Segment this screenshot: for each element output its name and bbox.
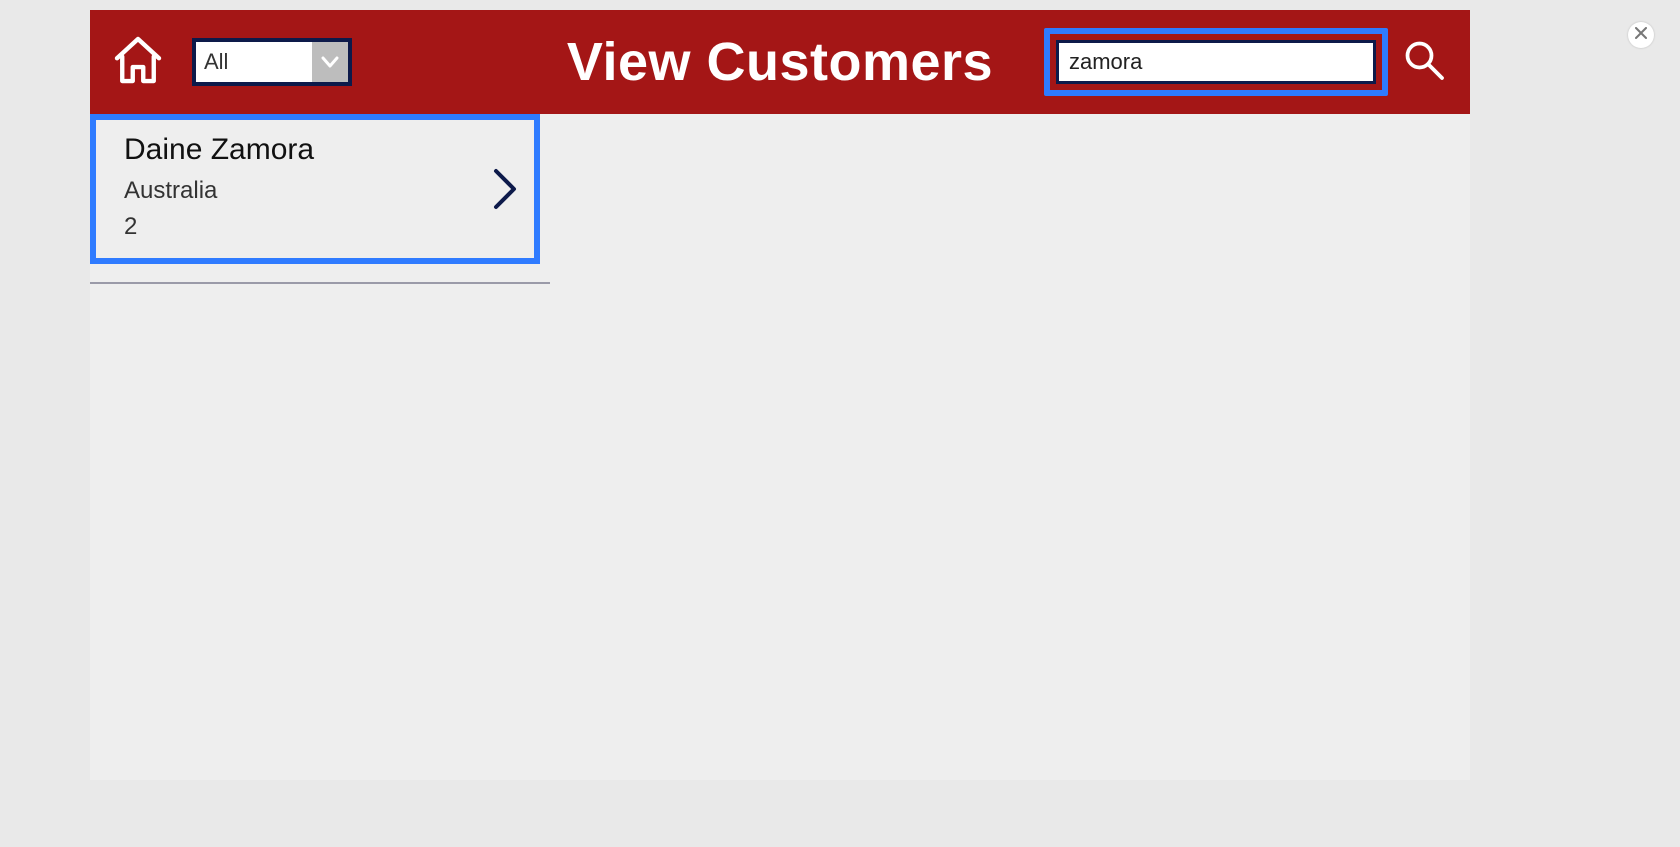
search-button[interactable] xyxy=(1396,34,1452,90)
content-area: Daine Zamora Australia 2 xyxy=(90,114,1470,780)
customer-result-card[interactable]: Daine Zamora Australia 2 xyxy=(90,114,540,264)
filter-select-label: All xyxy=(196,42,312,82)
home-button[interactable] xyxy=(108,32,168,92)
close-icon xyxy=(1635,26,1647,44)
search-highlight xyxy=(1044,28,1388,96)
page-title: View Customers xyxy=(567,31,993,93)
chevron-down-icon xyxy=(312,42,348,82)
top-bar: All View Customers xyxy=(90,10,1470,114)
filter-select[interactable]: All xyxy=(192,38,352,86)
row-divider xyxy=(90,282,550,284)
search-icon xyxy=(1400,36,1448,89)
customer-card-text: Daine Zamora Australia 2 xyxy=(124,133,314,245)
customer-count: 2 xyxy=(124,209,314,245)
customer-country: Australia xyxy=(124,173,314,209)
customer-name: Daine Zamora xyxy=(124,133,314,167)
home-icon xyxy=(110,32,166,93)
search-input[interactable] xyxy=(1056,40,1376,84)
search-area xyxy=(1044,28,1452,96)
chevron-right-icon xyxy=(490,167,520,211)
window-close-button[interactable] xyxy=(1628,22,1654,48)
app-frame: All View Customers xyxy=(90,10,1470,780)
